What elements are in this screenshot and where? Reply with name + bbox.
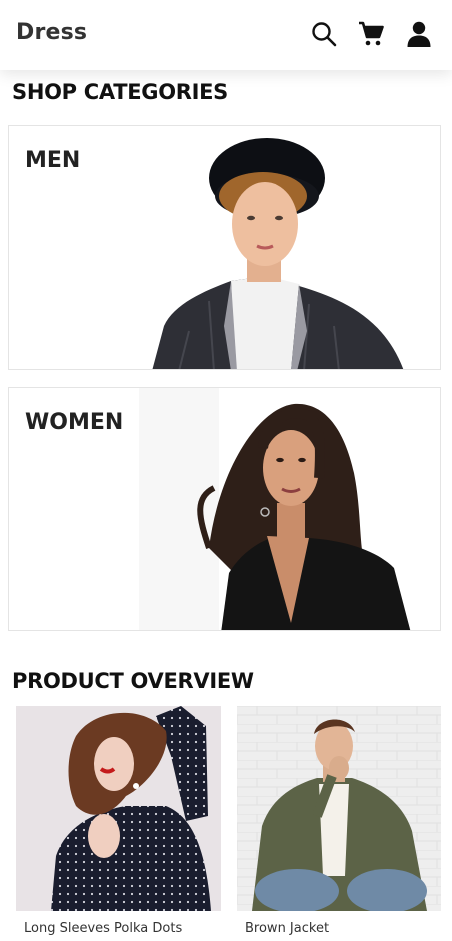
- user-icon: [407, 21, 431, 47]
- search-button[interactable]: [310, 20, 338, 48]
- product-overview-title: PRODUCT OVERVIEW: [12, 669, 254, 693]
- category-card-women[interactable]: WOMEN: [8, 387, 441, 631]
- account-button[interactable]: [405, 20, 433, 48]
- search-icon: [312, 22, 337, 47]
- brand-logo[interactable]: Dress: [16, 20, 87, 45]
- product-card[interactable]: Brown Jacket: [237, 706, 441, 936]
- category-label-men: MEN: [25, 148, 81, 173]
- product-name[interactable]: Long Sleeves Polka Dots: [16, 921, 221, 936]
- product-image-polka-dots: [16, 706, 221, 911]
- app-header: Dress: [0, 0, 452, 70]
- shop-categories-title: SHOP CATEGORIES: [12, 80, 229, 104]
- cart-icon: [359, 21, 384, 46]
- product-name[interactable]: Brown Jacket: [237, 921, 441, 936]
- cart-button[interactable]: [357, 20, 385, 48]
- category-card-men[interactable]: MEN: [8, 125, 441, 370]
- product-image-brown-jacket: [237, 706, 441, 911]
- product-card[interactable]: Long Sleeves Polka Dots: [16, 706, 221, 936]
- category-label-women: WOMEN: [25, 410, 124, 435]
